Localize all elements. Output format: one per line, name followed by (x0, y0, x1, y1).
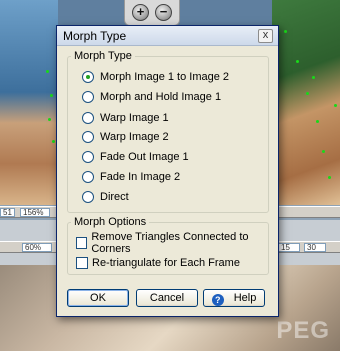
radio-fade-in-image-2[interactable]: Fade In Image 2 (82, 170, 180, 184)
checkbox-remove-triangles[interactable]: Remove Triangles Connected to Corners (76, 231, 278, 255)
zoom-out-button[interactable]: − (155, 4, 172, 21)
radio-warp-image-1[interactable]: Warp Image 1 (82, 111, 169, 125)
help-label: Help (233, 292, 257, 304)
radio-label: Warp Image 2 (100, 131, 169, 143)
zoom-control: + − (124, 0, 180, 26)
radio-button[interactable] (82, 91, 94, 103)
radio-button[interactable] (82, 191, 94, 203)
cancel-button[interactable]: Cancel (136, 289, 198, 307)
radio-label: Fade Out Image 1 (100, 151, 189, 163)
help-icon: ? (211, 294, 224, 306)
radio-fade-out-image-1[interactable]: Fade Out Image 1 (82, 150, 189, 164)
help-button[interactable]: ? Help (203, 289, 265, 307)
checkbox[interactable] (76, 257, 88, 269)
radio-morph-1-to-2[interactable]: Morph Image 1 to Image 2 (82, 70, 229, 84)
left-status-bar: 51 156% (0, 206, 58, 218)
checkbox-label: Re-triangulate for Each Frame (92, 257, 240, 269)
zoom-field-left[interactable]: 156% (20, 208, 50, 217)
left-image-preview (0, 0, 58, 205)
radio-morph-and-hold[interactable]: Morph and Hold Image 1 (82, 90, 221, 104)
radio-label: Warp Image 1 (100, 112, 169, 124)
lower-left-bar: 60% (0, 241, 58, 253)
radio-label: Morph Image 1 to Image 2 (100, 71, 230, 83)
ok-label: OK (90, 292, 106, 304)
close-button[interactable]: x (258, 29, 273, 43)
right-image-preview (272, 0, 340, 205)
morph-options-heading: Morph Options (71, 216, 150, 228)
radio-label: Fade In Image 2 (100, 171, 181, 183)
radio-label: Morph and Hold Image 1 (100, 91, 222, 103)
dialog-title: Morph Type (63, 29, 127, 43)
dialog-titlebar[interactable]: Morph Type x (57, 26, 278, 46)
right-status-bar (272, 206, 340, 218)
radio-warp-image-2[interactable]: Warp Image 2 (82, 130, 169, 144)
checkbox-retriangulate[interactable]: Re-triangulate for Each Frame (76, 256, 240, 270)
close-icon: x (262, 29, 269, 41)
value-field-a[interactable]: 15 (278, 243, 300, 252)
value-field-b[interactable]: 30 (304, 243, 326, 252)
watermark: PEG (276, 317, 330, 344)
zoom-field-lower[interactable]: 60% (22, 243, 52, 252)
radio-button[interactable] (82, 131, 94, 143)
radio-button[interactable] (82, 112, 94, 124)
radio-button[interactable] (82, 151, 94, 163)
morph-type-heading: Morph Type (71, 50, 135, 62)
ok-button[interactable]: OK (67, 289, 129, 307)
zoom-in-button[interactable]: + (132, 4, 149, 21)
radio-label: Direct (100, 191, 129, 203)
checkbox[interactable] (76, 237, 88, 249)
frame-field[interactable]: 51 (0, 208, 15, 217)
checkbox-label: Remove Triangles Connected to Corners (91, 231, 249, 255)
radio-button-selected[interactable] (82, 71, 94, 83)
lower-right-bar: 15 30 (272, 241, 340, 253)
morph-type-dialog: Morph Type x Morph Type Morph Image 1 to… (56, 25, 279, 317)
cancel-label: Cancel (149, 292, 185, 304)
radio-direct[interactable]: Direct (82, 190, 129, 204)
radio-button[interactable] (82, 171, 94, 183)
